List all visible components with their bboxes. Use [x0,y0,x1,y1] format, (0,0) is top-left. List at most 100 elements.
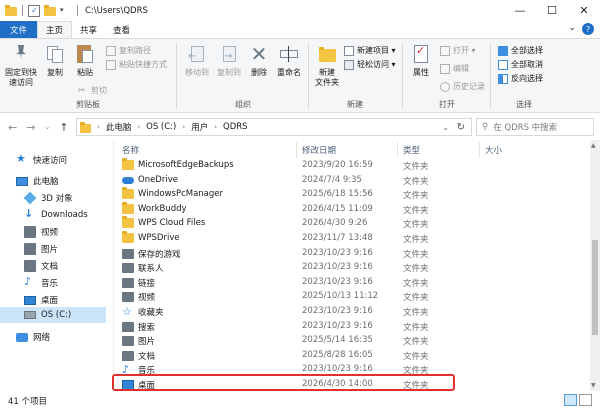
details-view-icon[interactable] [564,394,577,406]
copy-path-button[interactable]: 复制路径 [106,45,151,56]
invert-selection-button[interactable]: 反向选择 [498,73,543,84]
table-row[interactable]: 搜索 2023/10/23 9:16 文件夹 [114,319,590,334]
open-button[interactable]: 打开 ▾ [440,45,476,56]
history-button[interactable]: 历史记录 [440,81,485,92]
new-group: 新建 文件夹 新建项目 ▾ 轻松访问 ▾ 新建 [310,39,400,113]
up-arrow-icon[interactable]: ↑ [59,121,68,134]
scroll-up-icon[interactable]: ▲ [591,142,596,149]
divider[interactable] [296,142,297,158]
nav-item-music[interactable]: ♪ 音乐 [0,275,106,291]
nav-item-3d-objects[interactable]: 3D 对象 [0,190,106,206]
close-button[interactable]: ✕ [568,0,600,21]
table-row[interactable]: WorkBuddy 2026/4/15 11:09 文件夹 [114,201,590,217]
nav-item-downloads[interactable]: ↓ Downloads [0,207,106,223]
properties-icon: ✓ [410,43,432,65]
table-row[interactable]: 图片 2025/5/14 16:35 文件夹 [114,333,590,348]
table-row[interactable]: WPSDrive 2023/11/7 13:48 文件夹 [114,231,590,246]
pin-to-quick-access-button[interactable]: 固定到快 速访问 [2,43,40,88]
column-header-type[interactable]: 类型 [403,144,420,156]
breadcrumb-os-c[interactable]: OS (C:) [146,122,176,132]
music-icon: ♪ [24,275,32,288]
table-row[interactable]: OneDrive 2024/7/4 9:35 文件夹 [114,173,590,188]
refresh-icon[interactable]: ↻ [457,122,465,133]
table-row[interactable]: WPS Cloud Files 2026/4/30 9:26 文件夹 [114,216,590,231]
new-folder-icon[interactable] [44,5,56,16]
collapse-ribbon-icon[interactable]: ⌄ [568,23,576,35]
select-group-label: 选择 [516,100,532,109]
properties-check-icon[interactable]: ✓ [28,4,40,17]
tab-share[interactable]: 共享 [72,21,105,38]
table-row[interactable]: 联系人 2023/10/23 9:16 文件夹 [114,260,590,275]
nav-item-documents[interactable]: 文档 [0,258,106,274]
nav-item-desktop[interactable]: 桌面 [0,292,106,308]
new-folder-button[interactable]: 新建 文件夹 [312,43,342,88]
file-type: 文件夹 [403,278,429,289]
breadcrumb-separator-icon: › [97,123,100,131]
select-none-button[interactable]: 全部取消 [498,59,543,70]
table-row[interactable]: ☆ 收藏夹 2023/10/23 9:16 文件夹 [114,304,590,319]
nav-item-pictures[interactable]: 图片 [0,241,106,257]
tab-home[interactable]: 主页 [37,21,73,38]
new-item-button[interactable]: 新建项目 ▾ [344,45,396,56]
organize-group-label: 组织 [235,100,251,109]
file-name: 链接 [138,278,156,289]
forward-arrow-icon[interactable]: → [26,121,35,134]
paste-shortcut-button[interactable]: 粘贴快捷方式 [106,59,167,70]
address-bar[interactable]: › 此电脑 › OS (C:) › 用户 › QDRS ⌄ ↻ [76,118,472,136]
search-input[interactable]: 在 QDRS 中搜索 [493,121,557,133]
breadcrumb-this-pc[interactable]: 此电脑 [106,121,132,133]
help-icon[interactable]: ? [582,23,594,35]
table-row[interactable]: 保存的游戏 2023/10/23 9:16 文件夹 [114,246,590,261]
divider[interactable] [397,142,398,158]
nav-item-os-c[interactable]: OS (C:) [0,307,106,323]
nav-item-this-pc[interactable]: 此电脑 [0,173,106,189]
copy-button[interactable]: 复制 [42,43,68,78]
file-name: 收藏夹 [138,308,164,318]
rename-icon [278,43,300,65]
easy-access-button[interactable]: 轻松访问 ▾ [344,59,396,70]
customize-dropdown-icon[interactable]: ▾ [60,6,72,18]
move-to-button[interactable]: ← 移动到 [182,43,212,78]
file-date: 2025/6/18 15:56 [302,189,373,200]
table-row[interactable]: 视频 2025/10/13 11:12 文件夹 [114,289,590,304]
nav-item-network[interactable]: 网络 [0,329,106,345]
back-arrow-icon[interactable]: ← [8,121,17,134]
invert-selection-icon [498,73,508,84]
file-type: 文件夹 [403,205,429,216]
tab-file[interactable]: 文件 [0,21,38,38]
divider[interactable] [479,142,480,158]
nav-item-videos[interactable]: 视频 [0,224,106,240]
copy-to-button[interactable]: → 复制到 [214,43,244,78]
large-icons-view-icon[interactable] [579,394,592,406]
tab-view[interactable]: 查看 [105,21,138,38]
recent-dropdown-icon[interactable]: ⌄ [44,123,50,131]
table-row[interactable]: 链接 2023/10/23 9:16 文件夹 [114,275,590,290]
address-dropdown-icon[interactable]: ⌄ [442,123,449,132]
column-header-name[interactable]: 名称 [122,144,139,156]
paste-button[interactable]: 粘贴 [72,43,98,78]
onedrive-cloud-icon [122,177,134,185]
rename-button[interactable]: 重命名 [274,43,304,78]
edit-button[interactable]: 编辑 [440,63,469,74]
select-all-button[interactable]: 全部选择 [498,45,543,56]
properties-button[interactable]: ✓ 属性 [408,43,434,78]
search-box[interactable]: ⚲ 在 QDRS 中搜索 [476,118,594,136]
vertical-scrollbar[interactable]: ▲ ▼ [590,140,600,391]
column-header-date[interactable]: 修改日期 [302,144,336,156]
table-row[interactable]: MicrosoftEdgeBackups 2023/9/20 16:59 文件夹 [114,158,590,173]
table-row[interactable]: 文档 2025/8/28 16:05 文件夹 [114,348,590,363]
breadcrumb-qdrs[interactable]: QDRS [223,122,248,132]
cut-button[interactable]: ✂ 剪切 [78,85,107,96]
breadcrumb-users[interactable]: 用户 [191,121,208,133]
table-row[interactable]: WindowsPcManager 2025/6/18 15:56 文件夹 [114,187,590,202]
divider [176,43,177,109]
delete-button[interactable]: ✕ 删除 [248,43,270,78]
scrollbar-thumb[interactable] [592,240,598,335]
scroll-down-icon[interactable]: ▼ [591,382,596,389]
file-date: 2026/4/30 9:26 [302,218,368,229]
minimize-button[interactable]: — [504,0,536,21]
column-header-size[interactable]: 大小 [485,144,502,156]
nav-item-quick-access[interactable]: ★ 快速访问 [0,152,106,168]
maximize-button[interactable]: ☐ [536,0,568,21]
search-folder-icon [122,321,134,332]
